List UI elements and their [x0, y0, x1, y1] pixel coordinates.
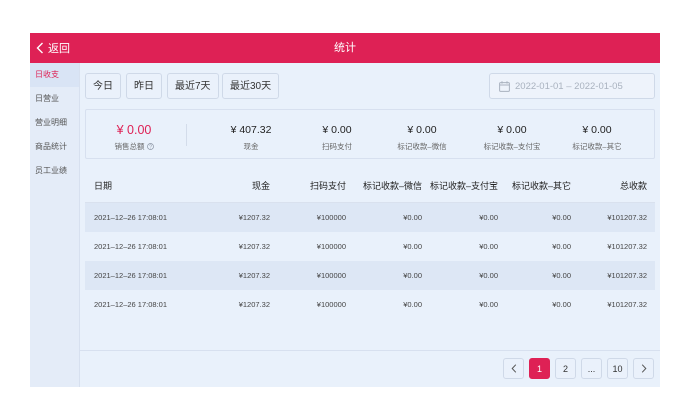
page-title: 统计	[334, 42, 356, 54]
sidebar-item-label: 商品统计	[35, 142, 67, 151]
cell-wechat: ¥0.00	[403, 213, 422, 222]
cell-scan: ¥100000	[316, 213, 346, 222]
footer-divider	[80, 350, 660, 351]
sidebar-item-label: 员工业绩	[35, 166, 67, 175]
other-label: 标记收款–其它	[572, 142, 622, 151]
table-row[interactable]: 2021–12–26 17:08:01 ¥1207.32 ¥100000 ¥0.…	[85, 203, 655, 232]
chevron-left-icon	[511, 364, 516, 373]
sidebar-item-product-stats[interactable]: 商品统计	[30, 135, 79, 159]
sidebar-item-daily-business[interactable]: 日营业	[30, 87, 79, 111]
cell-wechat: ¥0.00	[403, 271, 422, 280]
column-header-other: 标记收款–其它	[511, 181, 571, 191]
table-row[interactable]: 2021–12–26 17:08:01 ¥1207.32 ¥100000 ¥0.…	[85, 261, 655, 290]
sidebar-item-business-detail[interactable]: 营业明细	[30, 111, 79, 135]
column-header-alipay: 标记收款–支付宝	[429, 181, 498, 191]
cell-scan: ¥100000	[316, 242, 346, 251]
table-row[interactable]: 2021–12–26 17:08:01 ¥1207.32 ¥100000 ¥0.…	[85, 290, 655, 319]
cell-total: ¥101207.32	[607, 213, 647, 222]
chevron-right-icon	[641, 364, 646, 373]
cell-date: 2021–12–26 17:08:01	[94, 300, 167, 309]
cell-alipay: ¥0.00	[479, 300, 498, 309]
cell-wechat: ¥0.00	[403, 242, 422, 251]
pagination-ellipsis[interactable]: ...	[581, 358, 602, 379]
cell-date: 2021–12–26 17:08:01	[94, 242, 167, 251]
summary-panel: ¥ 0.00 销售总额 ? ¥ 407.32 现金 ¥ 0.00 扫码支付 ¥ …	[85, 109, 655, 159]
cell-scan: ¥100000	[316, 271, 346, 280]
cell-alipay: ¥0.00	[479, 213, 498, 222]
pagination-page-2[interactable]: 2	[555, 358, 576, 379]
sidebar-item-label: 日收支	[35, 70, 59, 79]
date-range-value: 2022-01-01 – 2022-01-05	[515, 80, 623, 92]
cell-date: 2021–12–26 17:08:01	[94, 271, 167, 280]
total-sales-label: 销售总额 ?	[84, 141, 184, 152]
cash-value: ¥ 407.32	[230, 124, 272, 136]
column-header-scan: 扫码支付	[309, 181, 346, 191]
summary-divider	[186, 124, 187, 146]
cell-cash: ¥1207.32	[238, 300, 270, 309]
cell-cash: ¥1207.32	[238, 213, 270, 222]
cell-total: ¥101207.32	[607, 242, 647, 251]
main-content: 今日 昨日 最近7天 最近30天 2022-01-01 – 2022-01-05…	[80, 63, 660, 387]
cell-other: ¥0.00	[552, 271, 571, 280]
cell-alipay: ¥0.00	[479, 242, 498, 251]
column-header-wechat: 标记收款–微信	[362, 181, 422, 191]
other-value: ¥ 0.00	[582, 124, 612, 136]
cell-other: ¥0.00	[552, 242, 571, 251]
sidebar-item-staff-performance[interactable]: 员工业绩	[30, 159, 79, 183]
sidebar-item-label: 营业明细	[35, 118, 67, 127]
column-header-cash: 现金	[251, 181, 270, 191]
svg-text:?: ?	[149, 144, 152, 150]
top-bar: 返回 统计	[30, 33, 660, 63]
sidebar-item-daily-income[interactable]: 日收支	[30, 63, 79, 87]
column-header-date: 日期	[94, 181, 113, 191]
table-header: 日期 现金 扫码支付 标记收款–微信 标记收款–支付宝 标记收款–其它 总收款	[85, 170, 655, 203]
date-range-picker[interactable]: 2022-01-01 – 2022-01-05	[489, 73, 655, 99]
wechat-value: ¥ 0.00	[407, 124, 437, 136]
filter-today-button[interactable]: 今日	[85, 73, 121, 99]
table-row[interactable]: 2021–12–26 17:08:01 ¥1207.32 ¥100000 ¥0.…	[85, 232, 655, 261]
pagination-page-last[interactable]: 10	[607, 358, 628, 379]
cell-total: ¥101207.32	[607, 300, 647, 309]
cell-total: ¥101207.32	[607, 271, 647, 280]
cell-cash: ¥1207.32	[238, 271, 270, 280]
pagination-prev-button[interactable]	[503, 358, 524, 379]
statistics-app: 返回 统计 日收支 日营业 营业明细 商品统计 员工业绩 今日 昨日 最近7天 …	[30, 33, 660, 387]
cell-scan: ¥100000	[316, 300, 346, 309]
filter-yesterday-button[interactable]: 昨日	[126, 73, 162, 99]
cash-label: 现金	[243, 142, 259, 151]
cell-wechat: ¥0.00	[403, 300, 422, 309]
calendar-icon	[499, 80, 510, 92]
cell-alipay: ¥0.00	[479, 271, 498, 280]
cell-other: ¥0.00	[552, 300, 571, 309]
column-header-total: 总收款	[619, 181, 647, 191]
wechat-label: 标记收款–微信	[397, 142, 447, 151]
help-icon[interactable]: ?	[146, 143, 154, 150]
cell-other: ¥0.00	[552, 213, 571, 222]
sidebar-item-label: 日营业	[35, 94, 59, 103]
total-sales-value: ¥ 0.00	[116, 123, 152, 137]
cell-date: 2021–12–26 17:08:01	[94, 213, 167, 222]
income-table: 日期 现金 扫码支付 标记收款–微信 标记收款–支付宝 标记收款–其它 总收款 …	[85, 170, 655, 348]
sidebar: 日收支 日营业 营业明细 商品统计 员工业绩	[30, 63, 80, 387]
filter-last30-button[interactable]: 最近30天	[222, 73, 280, 99]
filter-last7-button[interactable]: 最近7天	[167, 73, 219, 99]
total-sales-label-text: 销售总额	[114, 142, 145, 151]
pagination-next-button[interactable]	[633, 358, 654, 379]
cell-cash: ¥1207.32	[238, 242, 270, 251]
pagination-page-current[interactable]: 1	[529, 358, 550, 379]
